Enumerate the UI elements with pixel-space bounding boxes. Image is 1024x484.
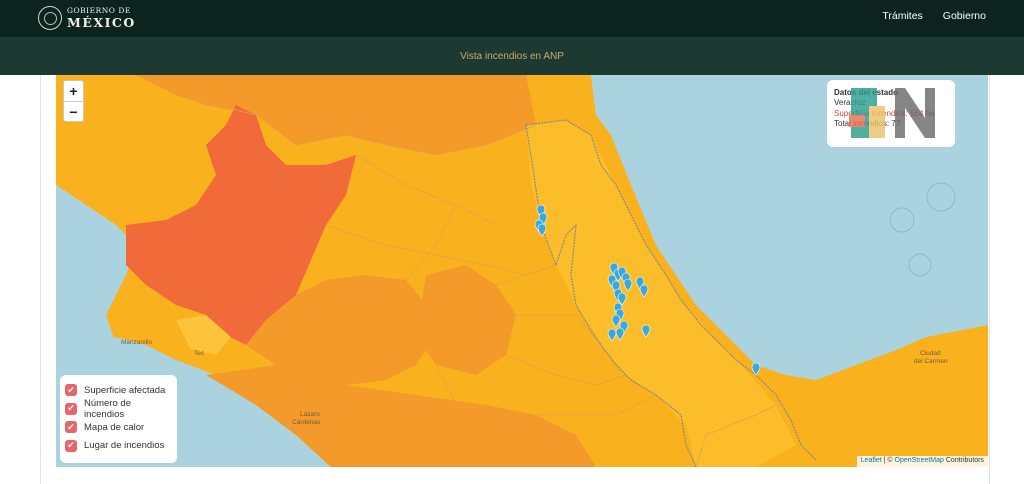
map-attribution: Leaflet | © OpenStreetMap Contributors — [856, 456, 988, 467]
top-navbar: GOBIERNO DE MÉXICO Trámites Gobierno — [0, 0, 1024, 37]
layer-legend: ✔ Superficie afectada ✔ Número de incend… — [60, 375, 177, 463]
gobierno-logo[interactable]: GOBIERNO DE MÉXICO — [38, 5, 136, 31]
main-nav: Trámites Gobierno — [882, 10, 986, 22]
fire-location-marker-icon[interactable] — [607, 328, 617, 342]
legend-item-superficie[interactable]: ✔ Superficie afectada — [65, 381, 172, 400]
fire-location-marker-icon[interactable] — [611, 314, 621, 328]
fire-location-marker-icon[interactable] — [623, 278, 633, 292]
legend-label: Mapa de calor — [84, 421, 145, 433]
checkbox-icon[interactable]: ✔ — [65, 439, 77, 452]
legend-item-numero[interactable]: ✔ Número de incendios — [65, 397, 172, 420]
checkbox-icon[interactable]: ✔ — [65, 384, 77, 397]
fire-location-marker-icon[interactable] — [615, 327, 625, 341]
legend-label: Lugar de incendios — [84, 440, 165, 452]
nav-gobierno-link[interactable]: Gobierno — [943, 10, 986, 22]
legend-item-lugar[interactable]: ✔ Lugar de incendios — [65, 437, 172, 456]
sub-header: Vista incendios en ANP — [0, 37, 1024, 75]
logo-line2: MÉXICO — [67, 14, 136, 30]
page-title: Vista incendios en ANP — [460, 50, 564, 62]
fire-location-marker-icon[interactable] — [641, 324, 651, 338]
state-info-panel: Datos del estado Veracruz Superficie inc… — [827, 80, 955, 147]
fire-location-marker-icon[interactable] — [537, 223, 547, 237]
osm-link[interactable]: OpenStreetMap — [895, 457, 944, 464]
zoom-out-button[interactable]: − — [64, 101, 83, 121]
national-seal-icon — [38, 6, 62, 30]
attribution-contributors: Contributors — [943, 457, 984, 464]
leaflet-link[interactable]: Leaflet — [861, 457, 882, 464]
nav-tramites-link[interactable]: Trámites — [882, 10, 922, 22]
legend-label: Superficie afectada — [84, 384, 166, 396]
legend-label: Número de incendios — [84, 397, 131, 420]
fire-location-marker-icon[interactable] — [639, 284, 649, 298]
logo-line1: GOBIERNO DE — [67, 6, 131, 15]
logo-text: GOBIERNO DE MÉXICO — [67, 7, 136, 29]
zoom-in-button[interactable]: + — [64, 81, 83, 101]
zoom-control: + − — [63, 80, 84, 122]
fire-location-marker-icon[interactable] — [751, 362, 761, 376]
legend-item-mapa-calor[interactable]: ✔ Mapa de calor — [65, 418, 172, 437]
attribution-separator: | © — [881, 457, 895, 464]
checkbox-icon[interactable]: ✔ — [65, 421, 77, 434]
watermark-logo-icon — [849, 88, 935, 138]
checkbox-icon[interactable]: ✔ — [65, 402, 77, 415]
